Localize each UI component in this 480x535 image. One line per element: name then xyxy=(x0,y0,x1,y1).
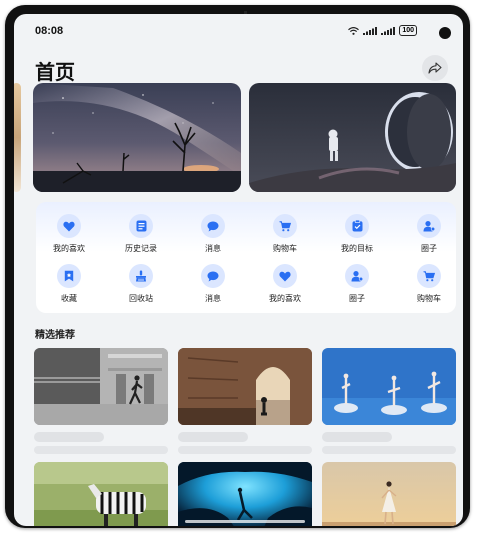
cart-icon xyxy=(423,270,435,281)
grid-item-cart[interactable]: 购物车 xyxy=(250,214,320,254)
placeholder-subtitle xyxy=(322,446,456,454)
status-time: 08:08 xyxy=(35,25,64,37)
runner-image xyxy=(34,348,168,425)
dancer-image xyxy=(322,462,456,526)
grid-icon-bg xyxy=(273,214,297,238)
history-icon xyxy=(136,220,146,232)
grid-item-history[interactable]: 历史记录 xyxy=(106,214,176,254)
milky-way-image xyxy=(33,83,241,192)
grid-icon-bg xyxy=(57,214,81,238)
screen: 08:08 100 首页 我的喜欢 历史记录 消息 购物车 我的目标 圈子 收藏… xyxy=(14,14,463,526)
banner-milky-way[interactable] xyxy=(33,83,241,192)
grid-item-favorites[interactable]: 我的喜欢 xyxy=(34,214,104,254)
feed-card-image-diver[interactable] xyxy=(178,462,312,526)
diver-image xyxy=(178,462,312,526)
page-title: 首页 xyxy=(35,62,75,84)
grid-label: 购物车 xyxy=(273,244,297,253)
grid-item-goals[interactable]: 我的目标 xyxy=(322,214,392,254)
section-title: 精选推荐 xyxy=(35,330,75,341)
grid-label: 收藏 xyxy=(61,294,77,303)
grid-icon-bg xyxy=(273,264,297,288)
grid-item-bookmarks[interactable]: 收藏 xyxy=(34,264,104,304)
phone-frame: 08:08 100 首页 我的喜欢 历史记录 消息 购物车 我的目标 圈子 收藏… xyxy=(5,5,470,528)
feed-card-image-runner[interactable] xyxy=(34,348,168,425)
placeholder-title xyxy=(178,432,248,442)
astronaut-image xyxy=(249,83,456,192)
grid-label: 我的目标 xyxy=(341,244,373,253)
home-indicator[interactable] xyxy=(185,520,305,523)
cart-icon xyxy=(279,220,291,231)
circle-icon xyxy=(351,271,363,282)
grid-item-messages[interactable]: 消息 xyxy=(178,214,248,254)
grid-icon-bg xyxy=(417,264,441,288)
grid-icon-bg xyxy=(345,214,369,238)
banner-prev-peek[interactable] xyxy=(14,83,21,192)
signal-icon-2 xyxy=(381,26,396,35)
grid-icon-bg xyxy=(345,264,369,288)
grid-icon-bg xyxy=(417,214,441,238)
placeholder-title xyxy=(34,432,104,442)
feed-card-image-zebra[interactable] xyxy=(34,462,168,526)
front-camera xyxy=(439,27,451,39)
grid-label: 购物车 xyxy=(417,294,441,303)
grid-label: 消息 xyxy=(205,244,221,253)
placeholder-title xyxy=(322,432,392,442)
grid-label: 消息 xyxy=(205,294,221,303)
heart-icon xyxy=(279,271,291,281)
bookmark-icon xyxy=(64,270,74,282)
grid-item-favorites-2[interactable]: 我的喜欢 xyxy=(250,264,320,304)
grid-label: 历史记录 xyxy=(125,244,157,253)
grid-icon-bg xyxy=(57,264,81,288)
share-icon xyxy=(428,62,442,74)
grid-item-recycle-bin[interactable]: 回收站 xyxy=(106,264,176,304)
grid-icon-bg xyxy=(201,264,225,288)
ballet-image xyxy=(322,348,456,425)
feed-card-image-archway[interactable] xyxy=(178,348,312,425)
grid-label: 圈子 xyxy=(421,244,437,253)
feed-card-image-ballet[interactable] xyxy=(322,348,456,425)
share-button[interactable] xyxy=(422,55,448,81)
grid-icon-bg xyxy=(201,214,225,238)
zebra-image xyxy=(34,462,168,526)
grid-item-cart-2[interactable]: 购物车 xyxy=(394,264,463,304)
banner-astronaut[interactable] xyxy=(249,83,456,192)
shortcut-grid: 我的喜欢 历史记录 消息 购物车 我的目标 圈子 收藏 回收站 消息 我的喜欢 … xyxy=(36,202,456,313)
placeholder-subtitle xyxy=(34,446,168,454)
feed-card-image-dancer[interactable] xyxy=(322,462,456,526)
grid-item-messages-2[interactable]: 消息 xyxy=(178,264,248,304)
heart-icon xyxy=(63,221,75,231)
placeholder-subtitle xyxy=(178,446,312,454)
grid-label: 我的喜欢 xyxy=(53,244,85,253)
grid-label: 回收站 xyxy=(129,294,153,303)
circle-icon xyxy=(423,221,435,232)
wifi-icon xyxy=(348,26,360,35)
grid-item-circle[interactable]: 圈子 xyxy=(394,214,463,254)
grid-label: 圈子 xyxy=(349,294,365,303)
goal-icon xyxy=(352,220,362,232)
grid-item-circle-2[interactable]: 圈子 xyxy=(322,264,392,304)
grid-label: 我的喜欢 xyxy=(269,294,301,303)
message-icon xyxy=(207,271,219,281)
grid-icon-bg xyxy=(129,264,153,288)
battery-indicator: 100 xyxy=(399,25,417,36)
archway-image xyxy=(178,348,312,425)
status-bar: 08:08 100 xyxy=(14,14,463,40)
signal-icon xyxy=(363,26,378,35)
recycle-icon xyxy=(136,270,146,282)
message-icon xyxy=(207,221,219,231)
status-icons: 100 xyxy=(348,25,417,36)
grid-icon-bg xyxy=(129,214,153,238)
